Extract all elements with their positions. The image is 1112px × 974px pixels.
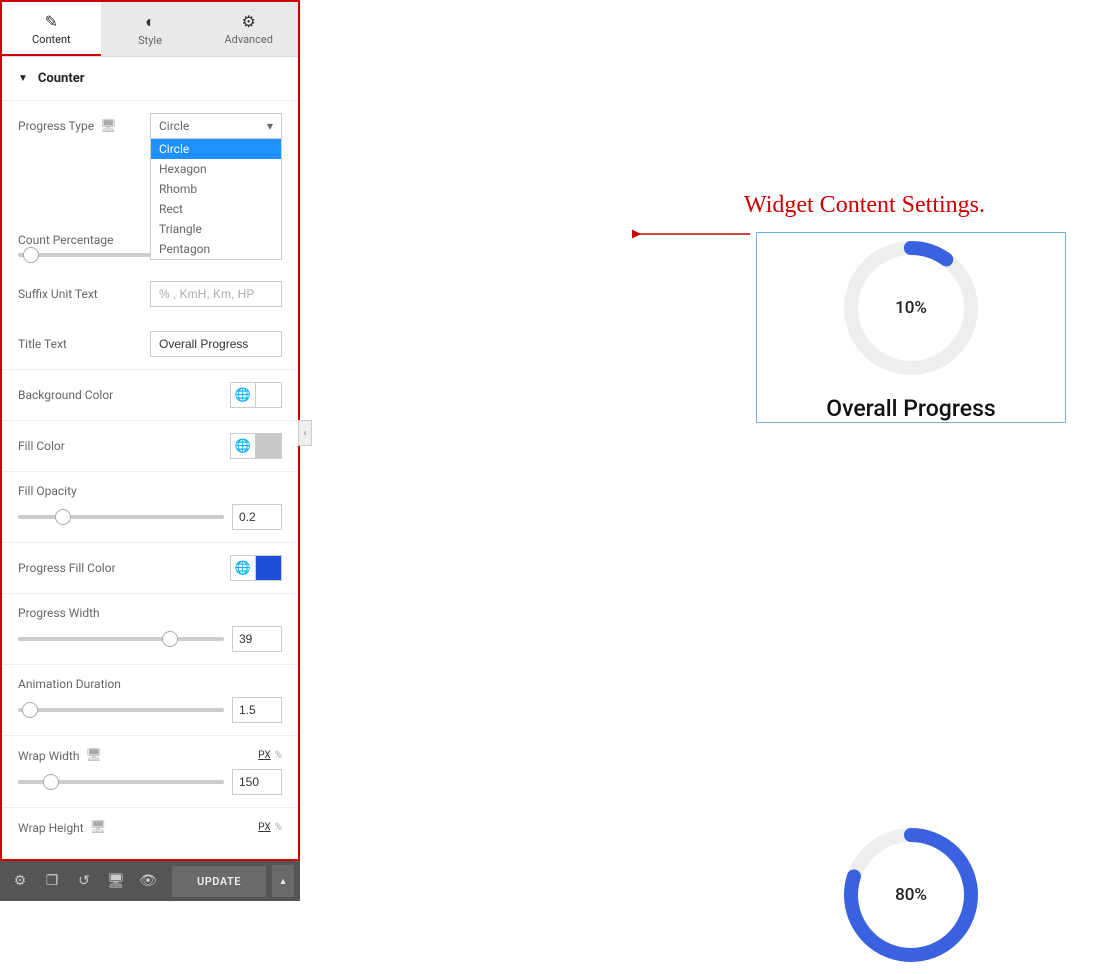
chevron-down-icon: ▾ [267, 119, 273, 133]
editor-footer: ⚙ ❐ ↺ 🖥 👁 UPDATE ▴ [0, 861, 300, 901]
update-dropdown[interactable]: ▴ [272, 865, 294, 897]
wrap-width-label: Wrap Width [18, 749, 79, 763]
select-value: Circle [159, 119, 189, 133]
desktop-icon[interactable]: 🖥 [85, 748, 102, 763]
responsive-icon[interactable]: 🖥 [102, 861, 130, 901]
option-rect[interactable]: Rect [151, 199, 281, 219]
row-wrap-width: Wrap Width 🖥 PX % [2, 736, 298, 807]
background-color-swatch[interactable] [256, 382, 282, 408]
suffix-input[interactable] [150, 281, 282, 307]
preview-icon[interactable]: 👁 [134, 861, 162, 901]
globe-icon[interactable]: 🌐 [230, 382, 256, 408]
tab-label: Content [32, 33, 71, 46]
percent-label: 10% [895, 298, 927, 318]
unit-px[interactable]: PX [258, 822, 270, 833]
progress-type-select[interactable]: Circle ▾ Circle Hexagon Rhomb Rect Trian… [150, 113, 282, 139]
percent-label: 80% [895, 885, 927, 905]
progress-type-label: Progress Type [18, 119, 94, 133]
unit-pct[interactable]: % [275, 822, 282, 833]
tab-label: Style [138, 34, 162, 47]
progress-circle: 10% [836, 233, 986, 383]
row-animation-duration: Animation Duration [2, 665, 298, 735]
widget-overall-progress[interactable]: 10% Overall Progress [756, 232, 1066, 423]
unit-px[interactable]: PX [258, 750, 270, 761]
unit-toggle: PX % [258, 750, 282, 761]
fill-color-swatch[interactable] [256, 433, 282, 459]
wrap-height-label: Wrap Height [18, 821, 84, 835]
progress-type-dropdown: Circle Hexagon Rhomb Rect Triangle Penta… [150, 139, 282, 260]
layers-icon[interactable]: ❐ [38, 861, 66, 901]
wrap-width-slider[interactable] [18, 780, 224, 784]
tab-content[interactable]: ✎ Content [2, 2, 101, 56]
option-hexagon[interactable]: Hexagon [151, 159, 281, 179]
slider-thumb[interactable] [162, 631, 178, 647]
progress-fill-color-label: Progress Fill Color [18, 561, 116, 575]
option-triangle[interactable]: Triangle [151, 219, 281, 239]
row-fill-opacity: Fill Opacity [2, 472, 298, 542]
row-wrap-height: Wrap Height 🖥 PX % [2, 808, 298, 847]
row-title-text: Title Text [2, 319, 298, 369]
row-progress-type: Progress Type 🖥 Circle ▾ Circle Hexagon … [2, 101, 298, 151]
slider-thumb[interactable] [43, 774, 59, 790]
option-pentagon[interactable]: Pentagon [151, 239, 281, 259]
slider-thumb[interactable] [55, 509, 71, 525]
title-text-label: Title Text [18, 337, 67, 351]
unit-pct[interactable]: % [275, 750, 282, 761]
widget-progress-80: 80% [836, 820, 986, 970]
history-icon[interactable]: ↺ [70, 861, 98, 901]
contrast-icon: ◐ [101, 12, 200, 32]
progress-width-input[interactable] [232, 626, 282, 652]
row-background-color: Background Color 🌐 [2, 370, 298, 420]
section-counter-header[interactable]: ▼ Counter [2, 57, 298, 101]
desktop-icon[interactable]: 🖥 [100, 119, 117, 134]
row-progress-width: Progress Width [2, 594, 298, 664]
animation-duration-slider[interactable] [18, 708, 224, 712]
option-circle[interactable]: Circle [151, 139, 281, 159]
suffix-label: Suffix Unit Text [18, 287, 98, 301]
gear-icon: ⚙ [199, 12, 298, 31]
sidebar-collapse-handle[interactable]: ‹ [298, 420, 312, 446]
title-text-input[interactable] [150, 331, 282, 357]
editor-tabs: ✎ Content ◐ Style ⚙ Advanced [2, 2, 298, 57]
pencil-icon: ✎ [2, 12, 101, 31]
progress-width-label: Progress Width [18, 606, 282, 620]
slider-thumb[interactable] [23, 247, 39, 263]
row-fill-color: Fill Color 🌐 [2, 421, 298, 471]
progress-fill-color-swatch[interactable] [256, 555, 282, 581]
update-button[interactable]: UPDATE [172, 866, 266, 897]
caret-down-icon: ▼ [18, 73, 28, 84]
tab-style[interactable]: ◐ Style [101, 2, 200, 56]
fill-color-label: Fill Color [18, 439, 65, 453]
fill-opacity-label: Fill Opacity [18, 484, 282, 498]
progress-circle: 80% [836, 820, 986, 970]
animation-duration-input[interactable] [232, 697, 282, 723]
slider-thumb[interactable] [22, 702, 38, 718]
globe-icon[interactable]: 🌐 [230, 555, 256, 581]
animation-duration-label: Animation Duration [18, 677, 282, 691]
tab-advanced[interactable]: ⚙ Advanced [199, 2, 298, 56]
option-rhomb[interactable]: Rhomb [151, 179, 281, 199]
settings-icon[interactable]: ⚙ [6, 861, 34, 901]
progress-width-slider[interactable] [18, 637, 224, 641]
globe-icon[interactable]: 🌐 [230, 433, 256, 459]
wrap-width-input[interactable] [232, 769, 282, 795]
row-progress-fill-color: Progress Fill Color 🌐 [2, 543, 298, 593]
fill-opacity-slider[interactable] [18, 515, 224, 519]
fill-opacity-input[interactable] [232, 504, 282, 530]
background-color-label: Background Color [18, 388, 113, 402]
annotation-text: Widget Content Settings. [744, 192, 985, 219]
section-title: Counter [38, 71, 85, 86]
unit-toggle: PX % [258, 822, 282, 833]
widget-title: Overall Progress [757, 395, 1065, 422]
desktop-icon[interactable]: 🖥 [90, 820, 107, 835]
editor-sidebar: ✎ Content ◐ Style ⚙ Advanced ▼ Counter P… [0, 0, 300, 861]
annotation-arrow [632, 224, 752, 244]
tab-label: Advanced [224, 33, 272, 46]
row-suffix: Suffix Unit Text [2, 269, 298, 319]
